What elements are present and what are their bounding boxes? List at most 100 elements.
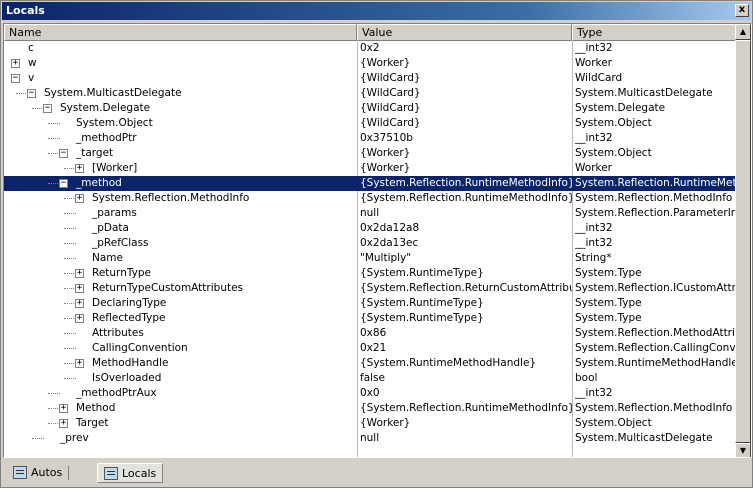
variable-value[interactable]: {WildCard} bbox=[360, 116, 572, 131]
tree-connector bbox=[48, 123, 60, 124]
variable-value[interactable]: 0x86 bbox=[360, 326, 572, 341]
variable-type: String* bbox=[575, 252, 612, 264]
table-row[interactable]: + ReflectedType {System.RuntimeType} System… bbox=[4, 311, 736, 326]
table-row[interactable]: + w {Worker} Worker bbox=[4, 56, 736, 71]
variable-value[interactable]: {System.Reflection.ReturnCustomAttribute… bbox=[360, 281, 572, 296]
variable-value[interactable]: null bbox=[360, 431, 572, 446]
variable-value[interactable]: "Multiply" bbox=[360, 251, 572, 266]
expand-icon[interactable]: + bbox=[75, 194, 84, 203]
collapse-icon[interactable]: − bbox=[11, 74, 20, 83]
table-row[interactable]: + ReturnTypeCustomAttributes {System.Refle… bbox=[4, 281, 736, 296]
table-row[interactable]: _methodPtr 0x37510b __int32 bbox=[4, 131, 736, 146]
table-row[interactable]: _params null System.Reflection.ParameterIn… bbox=[4, 206, 736, 221]
table-row[interactable]: Name "Multiply" String* bbox=[4, 251, 736, 266]
variable-value[interactable]: {System.RuntimeMethodHandle} bbox=[360, 356, 572, 371]
table-row[interactable]: + MethodHandle {System.RuntimeMethodHandle… bbox=[4, 356, 736, 371]
expand-icon[interactable]: + bbox=[59, 419, 68, 428]
variable-value[interactable]: {System.RuntimeType} bbox=[360, 266, 572, 281]
variable-type: System.Type bbox=[575, 267, 642, 279]
variable-value[interactable]: 0x0 bbox=[360, 386, 572, 401]
expand-icon[interactable]: + bbox=[59, 404, 68, 413]
collapse-icon[interactable]: − bbox=[27, 89, 36, 98]
table-row[interactable]: _pRefClass 0x2da13ec __int32 bbox=[4, 236, 736, 251]
tab-autos[interactable]: Autos bbox=[7, 463, 68, 483]
variable-value[interactable]: 0x37510b bbox=[360, 131, 572, 146]
table-row-selected[interactable]: − _method {System.Reflection.RuntimeMethod… bbox=[4, 176, 736, 191]
expand-icon[interactable]: + bbox=[75, 359, 84, 368]
expand-icon[interactable]: + bbox=[75, 284, 84, 293]
variable-value[interactable]: {System.Reflection.RuntimeMethodInfo} bbox=[360, 176, 572, 191]
collapse-icon[interactable]: − bbox=[59, 149, 68, 158]
variable-value[interactable]: {System.RuntimeType} bbox=[360, 311, 572, 326]
collapse-icon[interactable]: − bbox=[59, 179, 68, 188]
table-row[interactable]: _prev null System.MulticastDelegate bbox=[4, 431, 736, 446]
variable-name: _method bbox=[76, 177, 122, 189]
variable-name: w bbox=[28, 57, 37, 69]
table-row[interactable]: _pData 0x2da12a8 __int32 bbox=[4, 221, 736, 236]
variable-name-cell: − _method bbox=[4, 176, 357, 191]
close-button[interactable]: x bbox=[735, 4, 749, 17]
expand-icon[interactable]: + bbox=[75, 299, 84, 308]
variable-value[interactable]: {WildCard} bbox=[360, 101, 572, 116]
collapse-icon[interactable]: − bbox=[43, 104, 52, 113]
column-header-name[interactable]: Name bbox=[4, 24, 357, 41]
table-row[interactable]: + Method {System.Reflection.RuntimeMethodI… bbox=[4, 401, 736, 416]
variable-value[interactable]: {Worker} bbox=[360, 161, 572, 176]
table-row[interactable]: − System.MulticastDelegate {WildCard} Syste… bbox=[4, 86, 736, 101]
variable-value[interactable]: {System.Reflection.RuntimeMethodInfo} bbox=[360, 191, 572, 206]
expand-icon[interactable]: + bbox=[75, 164, 84, 173]
title-bar[interactable]: Locals x bbox=[2, 2, 751, 20]
table-row[interactable]: + ReturnType {System.RuntimeType} System.Ty… bbox=[4, 266, 736, 281]
variable-type: System.Type bbox=[575, 312, 642, 324]
variable-value[interactable]: {Worker} bbox=[360, 146, 572, 161]
variable-name-cell: + [Worker] bbox=[4, 161, 357, 176]
variable-name-cell: System.Object bbox=[4, 116, 357, 131]
column-header-row: Name Value Type bbox=[4, 24, 736, 41]
autos-window-icon bbox=[13, 466, 27, 479]
tab-separator bbox=[68, 466, 69, 480]
table-row[interactable]: CallingConvention 0x21 System.Reflection.C… bbox=[4, 341, 736, 356]
tab-autos-label: Autos bbox=[31, 466, 63, 479]
scroll-down-button[interactable]: ▼ bbox=[735, 443, 751, 457]
variable-name-cell: + DeclaringType bbox=[4, 296, 357, 311]
table-row[interactable]: − _target {Worker} System.Object bbox=[4, 146, 736, 161]
variable-value[interactable]: false bbox=[360, 371, 572, 386]
table-row[interactable]: + [Worker] {Worker} Worker bbox=[4, 161, 736, 176]
variable-type: System.Reflection.MethodInfo bbox=[575, 192, 733, 204]
column-header-value[interactable]: Value bbox=[357, 24, 572, 41]
table-row[interactable]: + Target {Worker} System.Object bbox=[4, 416, 736, 431]
table-row[interactable]: − System.Delegate {WildCard} System.Delegat… bbox=[4, 101, 736, 116]
scroll-thumb[interactable] bbox=[735, 40, 751, 443]
variable-value[interactable]: {WildCard} bbox=[360, 86, 572, 101]
table-row[interactable]: + System.Reflection.MethodInfo {System.Ref… bbox=[4, 191, 736, 206]
expand-icon[interactable]: + bbox=[75, 314, 84, 323]
variable-value[interactable]: {Worker} bbox=[360, 416, 572, 431]
variable-value[interactable]: 0x2 bbox=[360, 41, 572, 56]
variable-name: _methodPtrAux bbox=[76, 387, 157, 399]
table-row[interactable]: c 0x2 __int32 bbox=[4, 41, 736, 56]
variable-value[interactable]: 0x21 bbox=[360, 341, 572, 356]
table-row[interactable]: + DeclaringType {System.RuntimeType} System… bbox=[4, 296, 736, 311]
table-row[interactable]: _methodPtrAux 0x0 __int32 bbox=[4, 386, 736, 401]
vertical-scrollbar[interactable]: ▲ ▼ bbox=[735, 24, 751, 457]
variable-value[interactable]: 0x2da12a8 bbox=[360, 221, 572, 236]
table-row[interactable]: IsOverloaded false bool bbox=[4, 371, 736, 386]
variable-type: System.Object bbox=[575, 417, 652, 429]
table-row[interactable]: System.Object {WildCard} System.Object bbox=[4, 116, 736, 131]
variable-value[interactable]: null bbox=[360, 206, 572, 221]
expand-icon[interactable]: + bbox=[75, 269, 84, 278]
locals-grid: Name Value Type c 0x2 __int32 + w {Worker} Wor… bbox=[3, 23, 752, 458]
variable-value[interactable]: {WildCard} bbox=[360, 71, 572, 86]
column-header-type[interactable]: Type bbox=[572, 24, 736, 41]
tab-locals[interactable]: Locals bbox=[97, 463, 164, 483]
scroll-up-button[interactable]: ▲ bbox=[735, 24, 751, 40]
expand-icon[interactable]: + bbox=[11, 59, 20, 68]
table-row[interactable]: − v {WildCard} WildCard bbox=[4, 71, 736, 86]
variable-value[interactable]: {Worker} bbox=[360, 56, 572, 71]
table-row[interactable]: Attributes 0x86 System.Reflection.MethodAt… bbox=[4, 326, 736, 341]
variable-name: Target bbox=[76, 417, 109, 429]
variable-value[interactable]: {System.Reflection.RuntimeMethodInfo} bbox=[360, 401, 572, 416]
variable-type: System.MulticastDelegate bbox=[575, 87, 713, 99]
variable-value[interactable]: 0x2da13ec bbox=[360, 236, 572, 251]
variable-value[interactable]: {System.RuntimeType} bbox=[360, 296, 572, 311]
